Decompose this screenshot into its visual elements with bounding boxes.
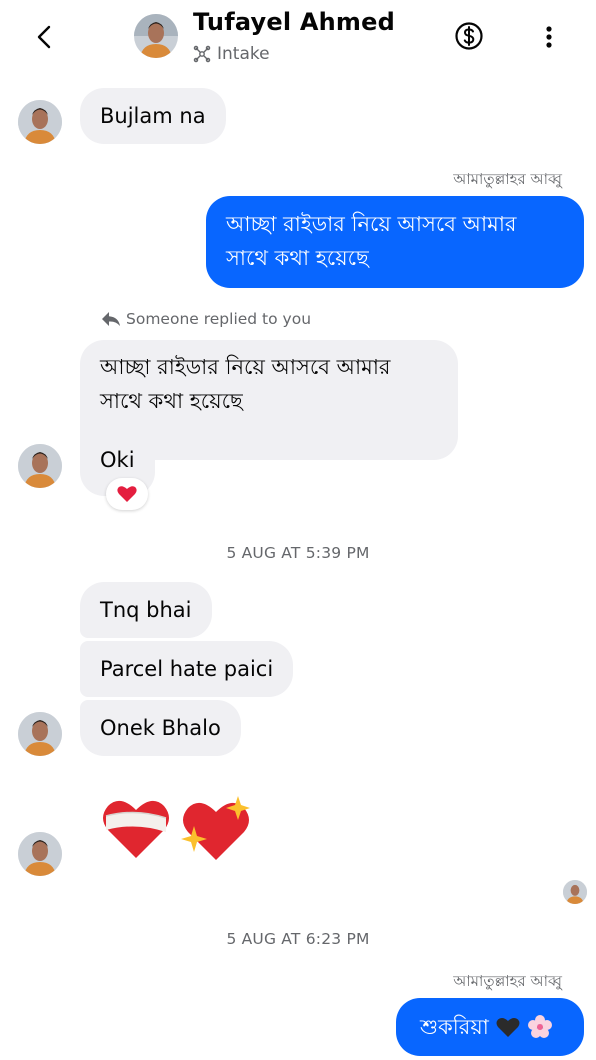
chat-header: Tufayel Ahmed Intake — [0, 0, 596, 78]
reply-note-text: Someone replied to you — [126, 310, 312, 328]
incoming-message[interactable]: Parcel hate paici — [80, 641, 294, 697]
black-heart-emoji — [496, 1018, 520, 1037]
contact-name[interactable]: Tufayel Ahmed — [193, 8, 395, 36]
message-line: আচ্ছা রাইডার নিয়ে আসবে আমার — [226, 212, 517, 236]
incoming-message[interactable]: Tnq bhai — [80, 582, 212, 638]
outgoing-message[interactable]: শুকরিয়া — [396, 998, 584, 1056]
bandaged-heart-emoji — [103, 800, 169, 858]
cherry-blossom-emoji — [527, 1015, 552, 1038]
avatar[interactable] — [18, 444, 62, 488]
avatar[interactable] — [18, 100, 62, 144]
sparkling-heart-emoji — [181, 796, 250, 860]
timestamp: 5 AUG AT 5:39 PM — [226, 544, 370, 562]
heart-reaction-icon — [117, 486, 137, 502]
seen-indicator-avatar — [563, 880, 587, 904]
emoji-message[interactable] — [100, 792, 256, 864]
message-text: শুকরিয়া — [420, 1015, 489, 1039]
contact-subtitle-label: Intake — [217, 44, 270, 64]
back-button[interactable] — [30, 22, 60, 52]
intake-icon — [193, 45, 211, 63]
dollar-icon — [455, 22, 483, 50]
more-options-button[interactable] — [536, 22, 562, 52]
avatar[interactable] — [134, 14, 178, 58]
avatar[interactable] — [18, 832, 62, 876]
payment-button[interactable] — [453, 20, 485, 52]
reply-note: Someone replied to you — [100, 310, 311, 328]
more-vertical-icon — [546, 26, 552, 48]
avatar[interactable] — [18, 712, 62, 756]
incoming-message[interactable]: Bujlam na — [80, 88, 226, 144]
back-chevron-icon — [37, 25, 51, 49]
sender-label: আমাতুল্লাহর আব্বু — [453, 972, 562, 990]
quote-line: আচ্ছা রাইডার নিয়ে আসবে আমার — [100, 355, 391, 379]
contact-subtitle: Intake — [193, 44, 270, 64]
timestamp: 5 AUG AT 6:23 PM — [226, 930, 370, 948]
quote-line: সাথে কথা হয়েছে — [100, 389, 243, 413]
outgoing-message[interactable]: আচ্ছা রাইডার নিয়ে আসবে আমার সাথে কথা হয… — [206, 196, 584, 288]
sender-label: আমাতুল্লাহর আব্বু — [453, 170, 562, 188]
message-line: সাথে কথা হয়েছে — [226, 246, 369, 270]
reaction-badge[interactable] — [106, 478, 148, 510]
incoming-message[interactable]: Onek Bhalo — [80, 700, 241, 756]
reply-arrow-icon — [102, 312, 120, 326]
